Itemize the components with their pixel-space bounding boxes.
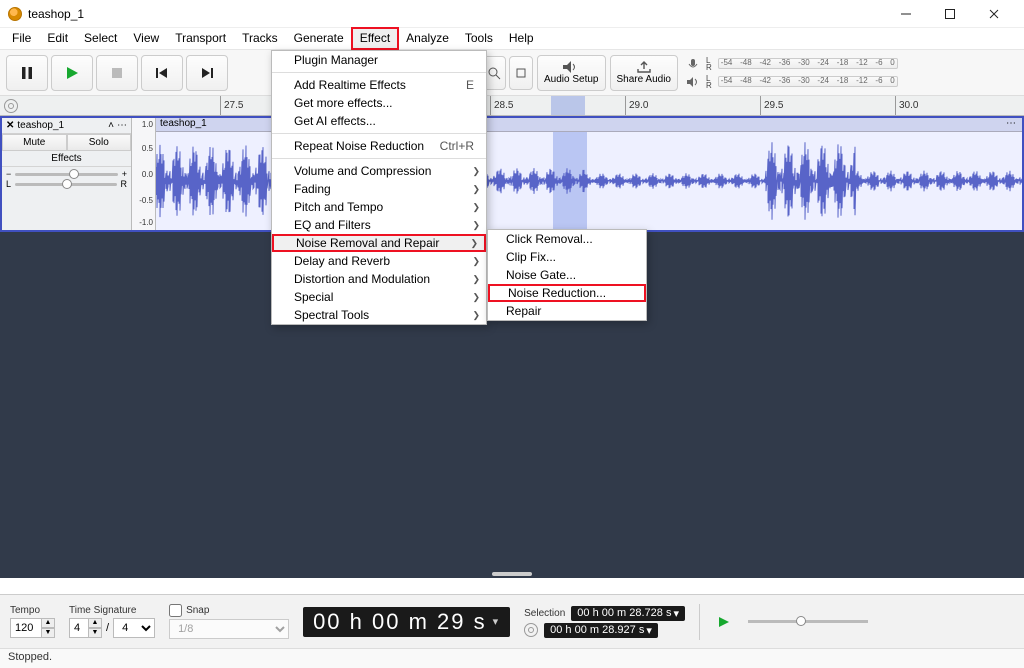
noise-item-noise-gate-[interactable]: Noise Gate... xyxy=(488,266,646,284)
record-meter[interactable]: LR -54-48-42-36-30-24-18-12-60 xyxy=(686,57,898,71)
ruler-settings-icon[interactable] xyxy=(4,99,18,113)
noise-item-repair[interactable]: Repair xyxy=(488,302,646,320)
stop-button[interactable] xyxy=(96,55,138,91)
effect-item-repeat-noise-reduction[interactable]: Repeat Noise ReductionCtrl+R xyxy=(272,137,486,155)
gain-slider[interactable]: −+ xyxy=(6,169,127,179)
track-name: teashop_1 xyxy=(17,120,64,131)
window-minimize-button[interactable] xyxy=(884,0,928,28)
effect-item-special[interactable]: Special❯ xyxy=(272,288,486,306)
clip-name: teashop_1 xyxy=(160,118,207,129)
noise-item-noise-reduction-[interactable]: Noise Reduction... xyxy=(488,284,646,302)
effect-item-pitch-and-tempo[interactable]: Pitch and Tempo❯ xyxy=(272,198,486,216)
effect-item-spectral-tools[interactable]: Spectral Tools❯ xyxy=(272,306,486,324)
track-collapse-icon[interactable]: ˄ xyxy=(108,120,114,131)
mute-button[interactable]: Mute xyxy=(2,134,67,151)
share-audio-button[interactable]: Share Audio xyxy=(610,55,679,91)
speaker-small-icon xyxy=(686,76,700,88)
effect-item-add-realtime-effects[interactable]: Add Realtime EffectsE xyxy=(272,76,486,94)
share-icon xyxy=(636,60,652,74)
track-control-panel: ✕ teashop_1 ˄ ⋯ Mute Solo Effects −+ LR xyxy=(2,118,132,230)
snap-value-select[interactable]: 1/8 xyxy=(169,619,289,639)
timesig-denominator[interactable]: 4 xyxy=(113,618,155,638)
trim-button[interactable] xyxy=(509,56,533,90)
window-title: teashop_1 xyxy=(28,7,84,21)
transport-toolbar: Audio Setup Share Audio LR -54-48-42-36-… xyxy=(0,50,1024,96)
status-text: Stopped. xyxy=(8,651,52,663)
playback-speed-slider[interactable] xyxy=(748,620,868,623)
menu-tracks[interactable]: Tracks xyxy=(234,28,286,49)
selection-label: Selection xyxy=(524,608,565,619)
menu-edit[interactable]: Edit xyxy=(39,28,76,49)
menu-analyze[interactable]: Analyze xyxy=(398,28,457,49)
menu-tools[interactable]: Tools xyxy=(457,28,501,49)
snap-checkbox[interactable] xyxy=(169,604,182,617)
ruler-tick: 30.0 xyxy=(895,96,918,115)
ruler-tick: 27.5 xyxy=(220,96,243,115)
time-position-display[interactable]: 00 h 00 m 29 s▾ xyxy=(303,607,510,637)
noise-item-click-removal-[interactable]: Click Removal... xyxy=(488,230,646,248)
ruler-tick: 29.0 xyxy=(625,96,648,115)
mic-icon xyxy=(686,58,700,70)
speaker-icon xyxy=(562,60,580,74)
selection-end-display[interactable]: 00 h 00 m 28.927 s▾ xyxy=(544,623,658,638)
tracks-area: ✕ teashop_1 ˄ ⋯ Mute Solo Effects −+ LR … xyxy=(0,116,1024,578)
timeline-ruler[interactable]: 27.528.028.529.029.530.0 xyxy=(0,96,1024,116)
window-close-button[interactable] xyxy=(972,0,1016,28)
selection-toolbar: Tempo ▲▼ Time Signature ▲▼ / 4 Snap 1/8 … xyxy=(0,594,1024,648)
selection-start-display[interactable]: 00 h 00 m 28.728 s▾ xyxy=(571,606,685,621)
effect-item-distortion-and-modulation[interactable]: Distortion and Modulation❯ xyxy=(272,270,486,288)
menu-view[interactable]: View xyxy=(125,28,167,49)
effect-item-eq-and-filters[interactable]: EQ and Filters❯ xyxy=(272,216,486,234)
menu-generate[interactable]: Generate xyxy=(286,28,352,49)
share-audio-label: Share Audio xyxy=(617,75,672,85)
status-bar: Stopped. xyxy=(0,648,1024,668)
skip-end-button[interactable] xyxy=(186,55,228,91)
audio-setup-button[interactable]: Audio Setup xyxy=(537,55,606,91)
effect-item-delay-and-reverb[interactable]: Delay and Reverb❯ xyxy=(272,252,486,270)
tempo-input[interactable]: ▲▼ xyxy=(10,618,55,638)
app-logo-icon xyxy=(8,7,22,21)
menu-file[interactable]: File xyxy=(4,28,39,49)
pan-slider[interactable]: LR xyxy=(6,179,127,189)
track-close-icon[interactable]: ✕ xyxy=(6,120,14,131)
audio-setup-label: Audio Setup xyxy=(544,75,599,85)
ruler-tick: 29.5 xyxy=(760,96,783,115)
panel-resize-handle[interactable] xyxy=(492,572,532,576)
solo-button[interactable]: Solo xyxy=(67,134,132,151)
pause-button[interactable] xyxy=(6,55,48,91)
time-format-caret-icon[interactable]: ▾ xyxy=(493,615,501,628)
menu-bar: FileEditSelectViewTransportTracksGenerat… xyxy=(0,28,1024,50)
ruler-tick: 28.5 xyxy=(490,96,513,115)
effect-item-noise-removal-and-repair[interactable]: Noise Removal and Repair❯ xyxy=(272,234,486,252)
ruler-selection xyxy=(551,96,585,115)
effect-menu-dropdown: Plugin Manager Add Realtime EffectsEGet m… xyxy=(271,50,487,325)
effects-button[interactable]: Effects xyxy=(2,151,131,167)
effect-item-volume-and-compression[interactable]: Volume and Compression❯ xyxy=(272,162,486,180)
noise-item-clip-fix-[interactable]: Clip Fix... xyxy=(488,248,646,266)
effect-item-fading[interactable]: Fading❯ xyxy=(272,180,486,198)
menu-select[interactable]: Select xyxy=(76,28,125,49)
menu-effect[interactable]: Effect xyxy=(352,28,398,49)
titlebar: teashop_1 xyxy=(0,0,1024,28)
effect-item-plugin-manager[interactable]: Plugin Manager xyxy=(272,51,486,69)
clip-menu-icon[interactable]: ⋯ xyxy=(1006,118,1016,129)
tempo-label: Tempo xyxy=(10,605,55,616)
play-button[interactable] xyxy=(51,55,93,91)
effect-item-get-more-effects-[interactable]: Get more effects... xyxy=(272,94,486,112)
snap-label: Snap xyxy=(186,605,209,616)
menu-transport[interactable]: Transport xyxy=(167,28,234,49)
effect-item-get-ai-effects-[interactable]: Get AI effects... xyxy=(272,112,486,130)
timesig-label: Time Signature xyxy=(69,605,155,616)
window-maximize-button[interactable] xyxy=(928,0,972,28)
noise-submenu-dropdown: Click Removal...Clip Fix...Noise Gate...… xyxy=(487,229,647,321)
play-at-speed-button[interactable] xyxy=(714,612,734,632)
vertical-scale: 1.00.50.0-0.5-1.0 xyxy=(132,118,156,230)
playback-meter[interactable]: LR -54-48-42-36-30-24-18-12-60 xyxy=(686,75,898,89)
track-row: ✕ teashop_1 ˄ ⋯ Mute Solo Effects −+ LR … xyxy=(0,116,1024,232)
track-menu-icon[interactable]: ⋯ xyxy=(117,120,127,131)
menu-help[interactable]: Help xyxy=(501,28,542,49)
skip-start-button[interactable] xyxy=(141,55,183,91)
timesig-numerator[interactable]: ▲▼ xyxy=(69,618,102,638)
selection-settings-icon[interactable] xyxy=(524,623,538,637)
